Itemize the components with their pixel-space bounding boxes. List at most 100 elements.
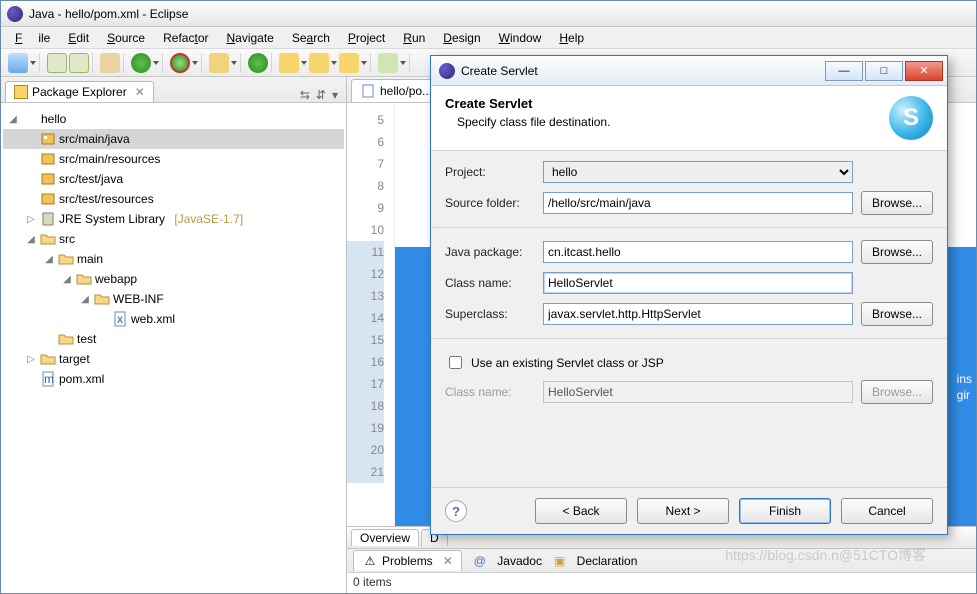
tree-src-main-resources[interactable]: src/main/resources — [59, 152, 160, 166]
build-icon[interactable] — [100, 53, 120, 73]
class-name-input[interactable] — [543, 272, 853, 294]
browse-package-button[interactable]: Browse... — [861, 240, 933, 264]
dialog-banner: Create Servlet Specify class file destin… — [431, 86, 947, 151]
help-button[interactable]: ? — [445, 500, 467, 522]
tab-declaration[interactable]: ▣ Declaration — [554, 554, 637, 568]
menu-design[interactable]: Design — [435, 29, 488, 47]
tree-project[interactable]: hello — [41, 112, 66, 126]
new-pkg-icon[interactable] — [279, 53, 299, 73]
dropdown-icon[interactable] — [361, 60, 367, 66]
dropdown-icon[interactable] — [400, 60, 406, 66]
save-all-icon[interactable] — [69, 53, 89, 73]
tree-webapp[interactable]: webapp — [95, 272, 137, 286]
watermark: https://blog.csdn.n@51CTO博客 — [725, 545, 926, 565]
servlet-wizard-icon — [889, 96, 933, 140]
search-icon[interactable] — [378, 53, 398, 73]
editor-gutter: 5678910 1112131415161718192021 — [347, 103, 395, 526]
project-select[interactable]: hello — [543, 161, 853, 183]
pom-file-icon: m — [40, 371, 56, 387]
new-class-icon[interactable] — [309, 53, 329, 73]
close-button[interactable]: ✕ — [905, 61, 943, 81]
menu-navigate[interactable]: Navigate — [218, 29, 281, 47]
problems-status: 0 items — [347, 573, 976, 591]
tool-icon[interactable] — [209, 53, 229, 73]
close-icon[interactable]: ✕ — [131, 85, 145, 99]
label-java-package: Java package: — [445, 245, 535, 259]
dialog-button-bar: ? < Back Next > Finish Cancel — [431, 487, 947, 534]
package-explorer-tab[interactable]: Package Explorer ✕ — [5, 81, 154, 102]
editor-tab-pom[interactable]: hello/po... — [351, 79, 441, 102]
package-icon — [40, 151, 56, 167]
dropdown-icon[interactable] — [301, 60, 307, 66]
source-folder-input[interactable] — [543, 192, 853, 214]
tab-overview[interactable]: Overview — [351, 529, 419, 546]
menu-search[interactable]: Search — [284, 29, 338, 47]
tree-src-test-resources[interactable]: src/test/resources — [59, 192, 154, 206]
menu-refactor[interactable]: Refactor — [155, 29, 216, 47]
dropdown-icon[interactable] — [331, 60, 337, 66]
view-menu-icon[interactable]: ▾ — [332, 88, 338, 102]
maximize-button[interactable]: □ — [865, 61, 903, 81]
tree-src-main-java[interactable]: src/main/java — [59, 132, 130, 146]
pom-file-icon — [360, 83, 376, 99]
browse-superclass-button[interactable]: Browse... — [861, 302, 933, 326]
label-superclass: Superclass: — [445, 307, 535, 321]
save-icon[interactable] — [47, 53, 67, 73]
java-package-input[interactable] — [543, 241, 853, 263]
next-button[interactable]: Next > — [637, 498, 729, 524]
twisty-icon[interactable]: ◢ — [79, 293, 91, 305]
create-servlet-dialog: Create Servlet — □ ✕ Create Servlet Spec… — [430, 55, 948, 535]
tree-src[interactable]: src — [59, 232, 75, 246]
menu-run[interactable]: Run — [395, 29, 433, 47]
dialog-heading: Create Servlet — [445, 96, 532, 111]
dropdown-icon[interactable] — [153, 60, 159, 66]
tree-target[interactable]: target — [59, 352, 90, 366]
tree-pom[interactable]: pom.xml — [59, 372, 104, 386]
tree-main[interactable]: main — [77, 252, 103, 266]
menu-edit[interactable]: Edit — [60, 29, 97, 47]
label-class-name-2: Class name: — [445, 385, 535, 399]
menu-project[interactable]: Project — [340, 29, 393, 47]
run-icon[interactable] — [131, 53, 151, 73]
dropdown-icon[interactable] — [30, 60, 36, 66]
twisty-icon[interactable]: ▷ — [25, 213, 37, 225]
browse-source-button[interactable]: Browse... — [861, 191, 933, 215]
dropdown-icon[interactable] — [231, 60, 237, 66]
close-icon[interactable]: ✕ — [437, 554, 453, 568]
twisty-icon[interactable]: ◢ — [61, 273, 73, 285]
tree-webinf[interactable]: WEB-INF — [113, 292, 164, 306]
twisty-icon[interactable]: ◢ — [25, 233, 37, 245]
twisty-icon[interactable]: ◢ — [43, 253, 55, 265]
run2-icon[interactable] — [248, 53, 268, 73]
tab-javadoc[interactable]: @ Javadoc — [474, 554, 542, 568]
back-button[interactable]: < Back — [535, 498, 627, 524]
project-tree: ◢hello src/main/java src/main/resources … — [1, 103, 346, 593]
new-folder-icon[interactable] — [339, 53, 359, 73]
tree-test[interactable]: test — [77, 332, 96, 346]
package-icon — [40, 131, 56, 147]
eclipse-icon — [7, 6, 23, 22]
tree-jre[interactable]: JRE System Library — [59, 212, 165, 226]
dropdown-icon[interactable] — [192, 60, 198, 66]
minimize-button[interactable]: — — [825, 61, 863, 81]
finish-button[interactable]: Finish — [739, 498, 831, 524]
twisty-icon[interactable]: ◢ — [7, 113, 19, 125]
superclass-input[interactable] — [543, 303, 853, 325]
collapse-all-icon[interactable]: ⇆ — [300, 88, 310, 102]
link-editor-icon[interactable]: ⇵ — [316, 88, 326, 102]
tab-problems[interactable]: ⚠Problems✕ — [353, 550, 462, 571]
twisty-icon[interactable]: ▷ — [25, 353, 37, 365]
menu-file[interactable]: File — [7, 29, 58, 47]
package-explorer-title: Package Explorer — [32, 85, 127, 99]
tree-webxml[interactable]: web.xml — [131, 312, 175, 326]
package-explorer-icon — [14, 85, 28, 99]
use-existing-checkbox[interactable] — [449, 356, 462, 369]
new-icon[interactable] — [8, 53, 28, 73]
debug-icon[interactable] — [170, 53, 190, 73]
menu-help[interactable]: Help — [551, 29, 592, 47]
tree-src-test-java[interactable]: src/test/java — [59, 172, 123, 186]
cancel-button[interactable]: Cancel — [841, 498, 933, 524]
menu-window[interactable]: Window — [491, 29, 550, 47]
dialog-titlebar[interactable]: Create Servlet — □ ✕ — [431, 56, 947, 86]
menu-source[interactable]: Source — [99, 29, 153, 47]
